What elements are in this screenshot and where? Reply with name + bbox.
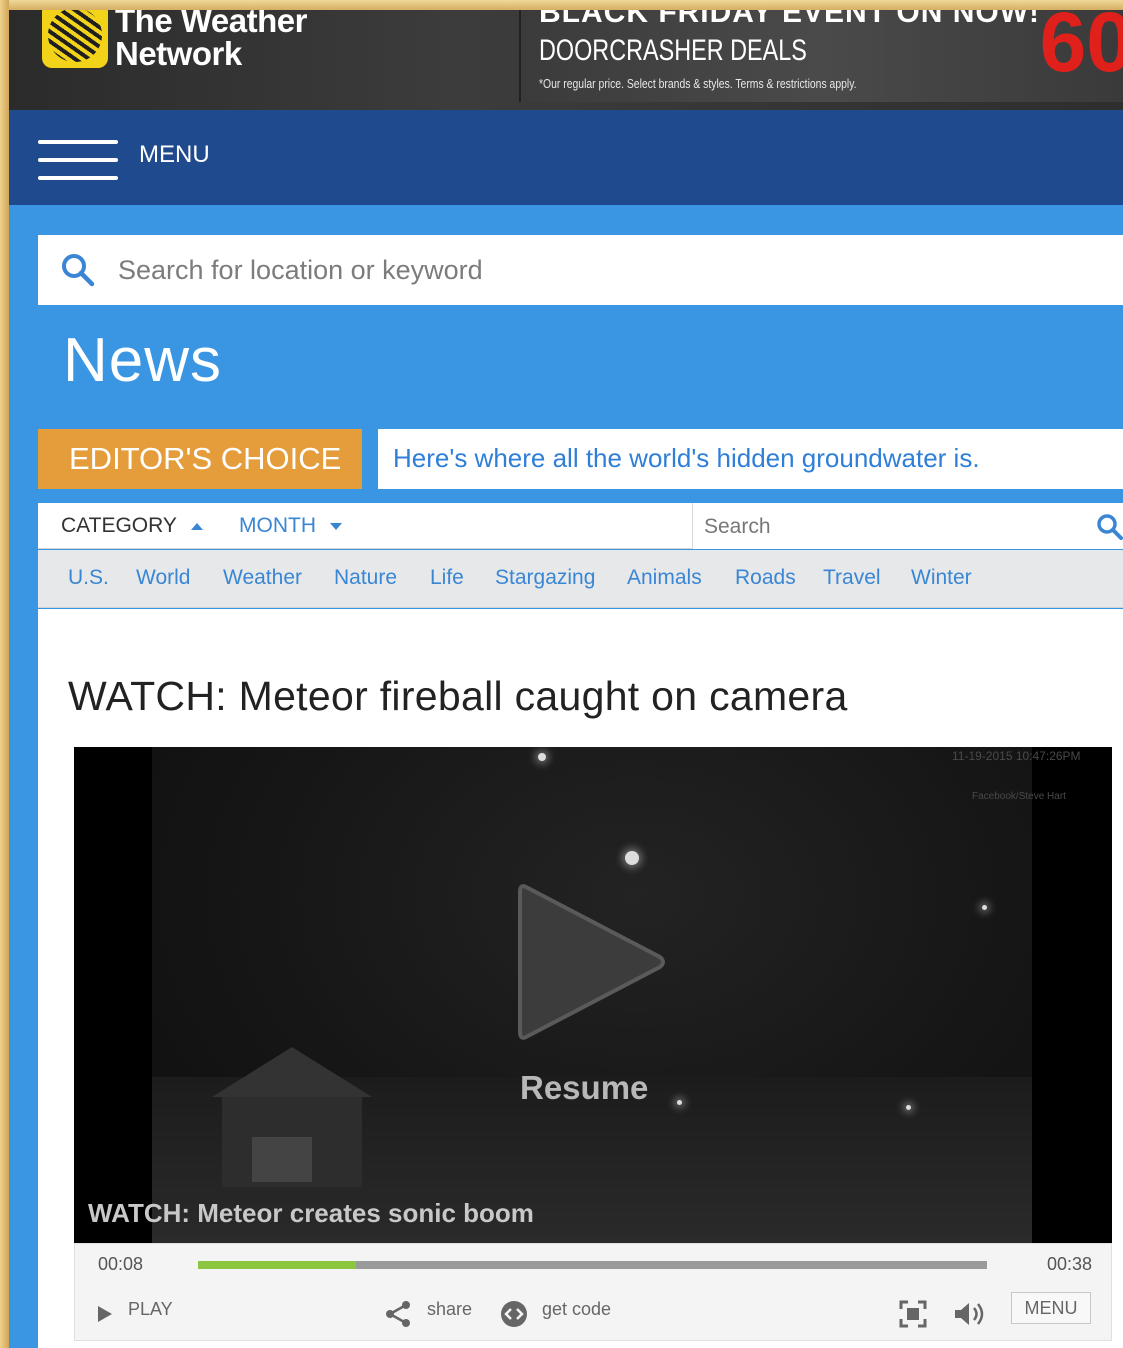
month-filter-label: MONTH xyxy=(239,514,316,537)
star-light xyxy=(677,1100,682,1105)
window-frame-left xyxy=(0,0,9,1348)
caret-up-icon xyxy=(190,522,203,530)
ad-headline: BLACK FRIDAY EVENT ON NOW! xyxy=(539,10,1041,29)
weather-network-logo-icon[interactable] xyxy=(42,10,108,68)
window-frame-top xyxy=(0,0,1123,10)
hamburger-menu-icon[interactable] xyxy=(38,140,118,180)
video-house-roof xyxy=(212,1047,372,1097)
play-icon[interactable] xyxy=(97,1305,113,1323)
brand-name-line1: The Weather xyxy=(115,10,307,39)
page: The Weather Network BLACK FRIDAY EVENT O… xyxy=(9,10,1123,1348)
editors-choice-badge: EDITOR'S CHOICE xyxy=(38,429,362,489)
get-code-button[interactable]: get code xyxy=(542,1299,611,1320)
video-controls: 00:08 00:38 PLAY share get code MENU xyxy=(74,1243,1112,1341)
editors-choice-headline-link[interactable]: Here's where all the world's hidden grou… xyxy=(378,429,1123,489)
video-caption: WATCH: Meteor creates sonic boom xyxy=(88,1198,534,1228)
advertisement-banner[interactable]: BLACK FRIDAY EVENT ON NOW! DOORCRASHER D… xyxy=(519,10,1123,102)
category-tab-animals[interactable]: Animals xyxy=(627,566,702,590)
embed-code-icon[interactable] xyxy=(500,1300,528,1328)
category-tab-stargazing[interactable]: Stargazing xyxy=(495,566,595,590)
fullscreen-icon[interactable] xyxy=(899,1300,927,1328)
search-icon[interactable] xyxy=(1095,512,1123,540)
globe-icon xyxy=(48,10,102,62)
share-button[interactable]: share xyxy=(427,1299,472,1320)
news-search-field[interactable]: Search xyxy=(692,503,1123,549)
article: WATCH: Meteor fireball caught on camera … xyxy=(38,609,1123,1348)
category-tab-winter[interactable]: Winter xyxy=(911,566,972,590)
meteor-light xyxy=(538,753,546,761)
main-navbar: MENU xyxy=(9,110,1123,205)
play-icon[interactable] xyxy=(518,877,668,1047)
category-filter-label: CATEGORY xyxy=(61,514,177,537)
category-tab-roads[interactable]: Roads xyxy=(735,566,796,590)
brand-name-line2: Network xyxy=(115,35,242,72)
month-filter-dropdown[interactable]: MONTH xyxy=(239,514,342,538)
category-tab-world[interactable]: World xyxy=(136,566,190,590)
video-player[interactable]: 11-19-2015 10:47:26PM Facebook/Steve Har… xyxy=(74,747,1112,1243)
brand-name[interactable]: The Weather Network xyxy=(115,10,307,70)
category-tabs: U.S. World Weather Nature Life Stargazin… xyxy=(38,550,1123,608)
location-search-bar[interactable]: Search for location or keyword xyxy=(38,235,1123,305)
star-light xyxy=(906,1105,911,1110)
ad-subhead: DOORCRASHER DEALS xyxy=(539,34,807,67)
ad-percent-text: 60 xyxy=(1039,10,1123,89)
category-tab-nature[interactable]: Nature xyxy=(334,566,397,590)
filter-bar: CATEGORY MONTH Search xyxy=(38,503,1123,549)
page-title: News xyxy=(63,326,223,395)
player-menu-button[interactable]: MENU xyxy=(1011,1292,1091,1324)
category-tab-weather[interactable]: Weather xyxy=(223,566,302,590)
time-total: 00:38 xyxy=(1046,1254,1092,1274)
share-icon[interactable] xyxy=(384,1300,412,1328)
category-tab-travel[interactable]: Travel xyxy=(823,566,881,590)
progress-bar[interactable] xyxy=(198,1261,987,1269)
video-credit-overlay: Facebook/Steve Hart xyxy=(972,791,1066,802)
caret-down-icon xyxy=(330,522,342,530)
progress-bar-fill xyxy=(198,1261,356,1269)
video-timestamp-overlay: 11-19-2015 10:47:26PM xyxy=(952,749,1081,763)
search-input[interactable]: Search for location or keyword xyxy=(118,255,483,286)
category-tab-us[interactable]: U.S. xyxy=(68,566,109,590)
top-header: The Weather Network BLACK FRIDAY EVENT O… xyxy=(9,10,1123,110)
search-icon[interactable] xyxy=(60,252,96,288)
resume-button-label[interactable]: Resume xyxy=(520,1069,648,1107)
news-search-input[interactable]: Search xyxy=(704,515,771,539)
play-button[interactable]: PLAY xyxy=(128,1299,173,1320)
menu-button-label[interactable]: MENU xyxy=(139,141,210,169)
video-garage xyxy=(252,1137,312,1182)
category-filter-dropdown[interactable]: CATEGORY xyxy=(61,514,203,538)
star-light xyxy=(982,905,987,910)
meteor-light xyxy=(625,851,639,865)
ad-fine-print: *Our regular price. Select brands & styl… xyxy=(539,76,857,91)
volume-icon[interactable] xyxy=(953,1300,987,1328)
time-elapsed: 00:08 xyxy=(98,1254,144,1274)
category-tab-life[interactable]: Life xyxy=(430,566,464,590)
article-title: WATCH: Meteor fireball caught on camera xyxy=(68,673,848,719)
